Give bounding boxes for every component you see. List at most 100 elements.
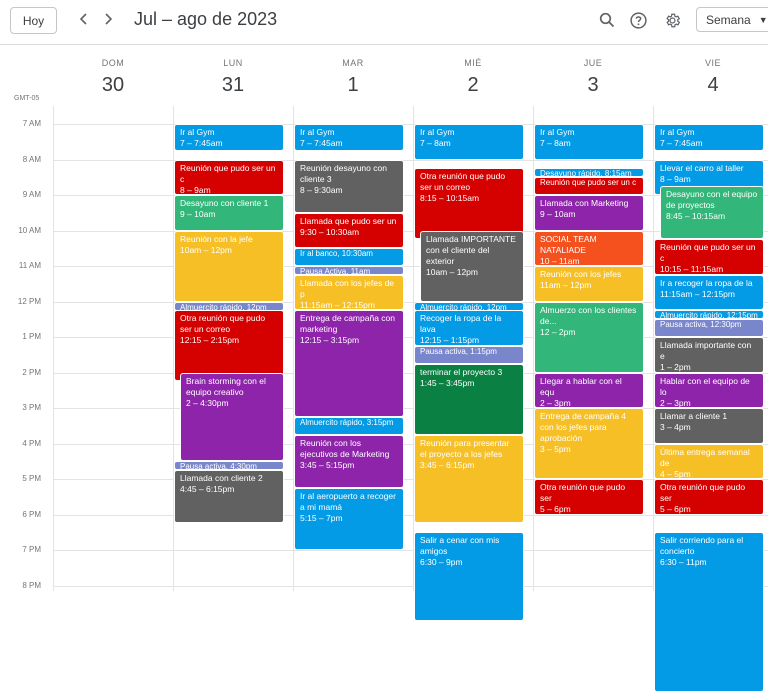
calendar-event[interactable]: Salir a cenar con mis amigos 6:30 – 9pm [414,532,524,621]
help-icon [629,11,647,29]
event-title: Llevar el carro al taller [660,162,744,173]
day-number[interactable]: 3 [533,74,653,97]
day-number[interactable]: 31 [173,74,293,97]
calendar-event[interactable]: terminar el proyecto 3 1:45 – 3:45pm [414,363,524,435]
calendar-event[interactable]: Hablar con el equipo de lo 2 – 3pm [654,372,764,408]
calendar-event[interactable]: Pausa activa, 12:30pm [654,319,764,337]
calendar-event[interactable]: Ir al Gym 7 – 7:45am [294,124,404,151]
day-header[interactable]: MIÉ 2 [413,44,533,106]
event-time: 8:45 – 10:15am [666,211,726,222]
calendar-event[interactable]: Pausa activa, 4:30pm [174,461,284,471]
day-of-week: VIE [704,58,721,68]
calendar-event[interactable]: Entrega de campaña con marketing 12:15 – … [294,310,404,417]
event-title: Pausa Activa, 11am [300,267,371,275]
calendar-event[interactable]: Llamar a cliente 13 – 4pm [654,408,764,444]
calendar-event[interactable]: Almuercito rápido, 3:15pm [294,416,404,435]
calendar-event[interactable]: Almuercito rápido, 12pm [414,301,524,311]
hour-label: 3 PM [22,403,41,412]
day-of-week: MIÉ [464,58,482,68]
calendar-event[interactable]: Desayuno con el equipo de proyectos 8:45 … [660,186,764,240]
timezone-label: GMT-05 [14,95,40,102]
calendar-event[interactable]: Almuercito rápido, 12:15pm [654,310,764,320]
day-header[interactable]: VIE 4 [653,44,768,106]
calendar-event[interactable]: Ir al Gym 7 – 7:45am [174,124,284,151]
day-number[interactable]: 4 [653,74,768,97]
event-time: 9:30 – 10:30am [300,226,360,237]
calendar-event[interactable]: Reunión que pudo ser un c 10:15 – 11:15am [654,239,764,275]
calendar-event[interactable]: SOCIAL TEAM NATALIADE 10 – 11am [534,230,644,266]
settings-button[interactable] [661,9,683,31]
calendar-event[interactable]: Pausa activa, 1:15pm [414,345,524,364]
calendar-event[interactable]: Ir al Gym 7 – 8am [534,124,644,160]
next-period-button[interactable] [98,8,118,30]
chevron-right-icon [105,13,113,25]
view-selector[interactable]: Semana ▼ [696,7,768,32]
event-title: Almuercito rápido, 3:15pm [300,417,394,427]
calendar-event[interactable]: Otra reunión que pudo ser un correo 12:15… [174,310,284,382]
event-time: 5:15 – 7pm [300,512,343,523]
calendar-event[interactable]: Ir al Gym 7 – 8am [414,124,524,160]
event-title: Hablar con el equipo de lo [660,375,750,397]
calendar-event[interactable]: Almuerzo con los clientes de... 12 – 2pm [534,301,644,373]
help-button[interactable] [627,9,649,31]
day-number[interactable]: 1 [293,74,413,97]
day-header[interactable]: LUN 31 [173,44,293,106]
hour-label: 9 AM [22,190,41,199]
calendar-event[interactable]: Llamada que pudo ser un 9:30 – 10:30am [294,212,404,249]
calendar-event[interactable]: Llamada con los jefes de p 11:15am – 12:1… [294,274,404,311]
day-header[interactable]: JUE 3 [533,44,653,106]
previous-period-button[interactable] [74,8,94,30]
event-time: 7 – 7:45am [660,138,703,148]
today-button[interactable]: Hoy [10,7,57,34]
calendar-event[interactable]: Pausa Activa, 11am [294,266,404,275]
event-time: 12 – 2pm [540,326,576,337]
calendar-event[interactable]: Otra reunión que pudo ser 5 – 6pm [654,479,764,515]
day-header[interactable]: DOM 30 [53,44,173,106]
calendar-event[interactable]: Reunión con los jefes 11am – 12pm [534,266,644,302]
calendar-event[interactable]: Reunión que pudo ser un c8 – 9am [174,159,284,195]
event-title: Última entrega semanal de [660,446,750,468]
day-header[interactable]: MAR 1 [293,44,413,106]
event-title: Otra reunión que pudo ser [660,482,746,503]
calendar-event[interactable]: Última entrega semanal de 4 – 5pm [654,443,764,479]
calendar-event[interactable]: Ir al banco, 10:30am [294,248,404,266]
hour-label: 10 AM [18,225,41,235]
calendar-event[interactable]: Llamada con Marketing 9 – 10am [534,195,644,231]
calendar-event[interactable]: Llamada importante con e1 – 2pm [654,337,764,373]
calendar-event[interactable]: Reunión que pudo ser un c [534,177,644,195]
calendar-event[interactable]: Reunión con la jefe 10am – 12pm [174,230,284,302]
calendar-event[interactable]: Otra reunión que pudo ser 5 – 6pm [534,479,644,515]
calendar-event[interactable]: Almuercito rápido, 12pm [174,301,284,311]
calendar-event[interactable]: Brain storming con el equipo creativo 2 –… [180,372,284,462]
calendar-event[interactable]: Recoger la ropa de la lava 12:15 – 1:15pm [414,310,524,346]
calendar-event[interactable]: Llamada IMPORTANTE con el cliente del ex… [420,230,524,302]
top-toolbar: Hoy Jul – ago de 2023 Semana ▼ [0,0,768,45]
chevron-left-icon [79,13,87,25]
hour-label: 7 PM [22,545,41,554]
day-number[interactable]: 2 [413,74,533,97]
event-title: Ir al Gym [180,127,215,137]
gear-icon [665,13,680,27]
event-time: 7 – 7:45am [300,138,343,148]
calendar-event[interactable]: Ir al Gym 7 – 7:45am [654,124,764,151]
calendar-event[interactable]: Reunión para presentar el proyecto a los… [414,434,524,524]
search-icon [599,12,615,28]
calendar-event[interactable]: Desayuno con cliente 19 – 10am [174,195,284,231]
calendar-event[interactable]: Llegar a hablar con el equ 2 – 3pm [534,372,644,408]
calendar-event[interactable]: Ir a recoger la ropa de la 11:15am – 12:1… [654,274,764,311]
event-title: Entrega de campaña 4 con los jefes para … [540,411,627,443]
calendar-event[interactable]: Otra reunión que pudo ser un correo 8:15 … [414,168,524,240]
event-title: Pausa activa, 12:30pm [660,320,742,330]
calendar-event[interactable]: Desayuno rápido, 8:15am [534,168,644,178]
calendar-event[interactable]: Ir al aeropuerto a recoger a mi mamá 5:15… [294,487,404,550]
search-button[interactable] [596,9,618,31]
calendar-event[interactable]: Salir corriendo para el concierto 6:30 – … [654,532,764,692]
event-title: Pausa activa, 4:30pm [180,462,257,471]
calendar-event[interactable]: Entrega de campaña 4 con los jefes para … [534,408,644,479]
calendar-event[interactable]: Reunión desayuno con cliente 38 – 9:30am [294,159,404,213]
event-title: Ir al aeropuerto a recoger a mi mamá [300,490,396,512]
event-title: Reunión que pudo ser un c [180,162,276,184]
calendar-event[interactable]: Llamada con cliente 2 4:45 – 6:15pm [174,470,284,524]
calendar-event[interactable]: Reunión con los ejecutivos de Marketing 3… [294,434,404,488]
day-number[interactable]: 30 [53,74,173,97]
